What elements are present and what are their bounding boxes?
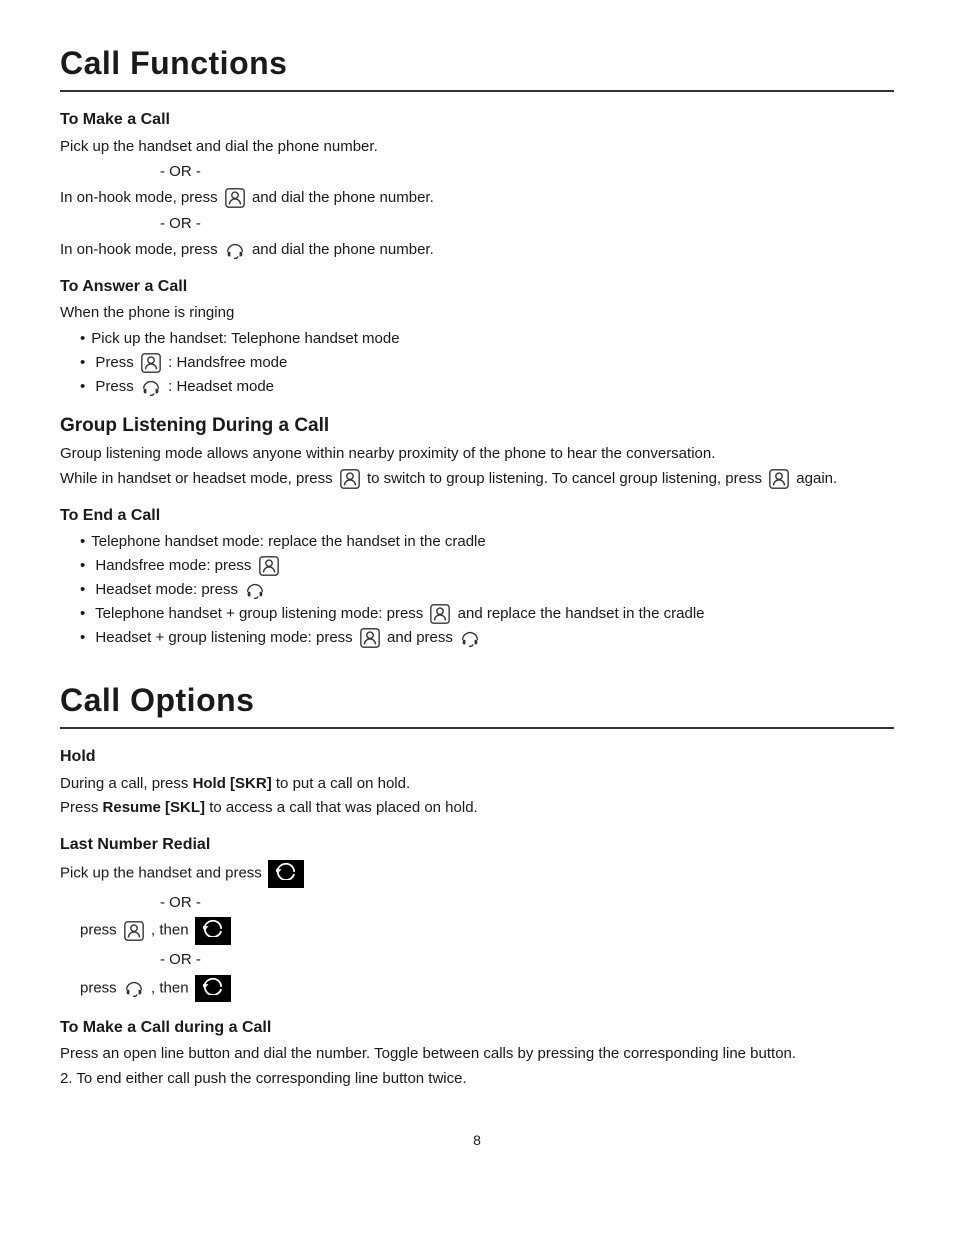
end-call-heading: To End a Call	[60, 504, 894, 527]
redial-line1: Pick up the handset and press	[60, 860, 894, 887]
end-call-item-2: Handsfree mode: press	[80, 555, 894, 577]
make-call-line3: In on-hook mode, press and dial the phon…	[60, 239, 894, 261]
hold-bold: Hold [SKR]	[193, 775, 272, 792]
answer-call-item-3: Press : Headset mode	[80, 376, 894, 398]
make-call-line2-pre: In on-hook mode, press	[60, 189, 218, 206]
call-functions-title: Call Functions	[60, 40, 894, 92]
answer-call-intro: When the phone is ringing	[60, 302, 894, 324]
redial-line2-pre: press	[80, 922, 117, 939]
make-call-or2: - OR -	[160, 213, 894, 235]
redial-icon-2	[195, 917, 231, 944]
redial-or1: - OR -	[160, 892, 894, 914]
redial-icon-3	[195, 975, 231, 1002]
call-during-call-line2: 2. To end either call push the correspon…	[60, 1068, 894, 1090]
redial-or2: - OR -	[160, 949, 894, 971]
call-during-call-line1: Press an open line button and dial the n…	[60, 1043, 894, 1065]
end-call-item-5: Headset + group listening mode: press an…	[80, 627, 894, 649]
handsfree-icon-7	[359, 627, 381, 649]
last-number-redial-heading: Last Number Redial	[60, 833, 894, 856]
handsfree-icon-5	[258, 555, 280, 577]
group-listening-post: again.	[796, 470, 837, 487]
handsfree-icon-1	[224, 187, 246, 209]
group-listening-line2: While in handset or headset mode, press …	[60, 468, 894, 490]
make-call-line2-post: and dial the phone number.	[252, 189, 434, 206]
answer-call-heading: To Answer a Call	[60, 275, 894, 298]
end-call-item-3: Headset mode: press	[80, 579, 894, 601]
resume-bold: Resume [SKL]	[103, 799, 206, 816]
make-call-line3-pre: In on-hook mode, press	[60, 241, 218, 258]
hold-line2-post: to access a call that was placed on hold…	[209, 799, 478, 816]
group-listening-mid: to switch to group listening. To cancel …	[367, 470, 762, 487]
end-call-item-1: Telephone handset mode: replace the hand…	[80, 531, 894, 553]
redial-line3-pre: press	[80, 979, 117, 996]
handsfree-icon-3	[339, 468, 361, 490]
headset-icon-4	[459, 627, 481, 649]
end-call-item-4: Telephone handset + group listening mode…	[80, 603, 894, 625]
redial-line2-mid: , then	[151, 922, 189, 939]
headset-icon-5	[123, 977, 145, 999]
handsfree-icon-8	[123, 920, 145, 942]
hold-line2-pre: Press	[60, 799, 98, 816]
headset-icon-1	[224, 239, 246, 261]
call-options-title: Call Options	[60, 677, 894, 729]
make-call-line3-post: and dial the phone number.	[252, 241, 434, 258]
redial-icon-1	[268, 860, 304, 887]
end-call-list: Telephone handset mode: replace the hand…	[80, 531, 894, 649]
group-listening-line1: Group listening mode allows anyone withi…	[60, 443, 894, 465]
answer-call-item-1: Pick up the handset: Telephone handset m…	[80, 328, 894, 350]
group-listening-heading: Group Listening During a Call	[60, 412, 894, 440]
answer-call-item-2: Press : Handsfree mode	[80, 352, 894, 374]
make-call-heading: To Make a Call	[60, 108, 894, 131]
handsfree-icon-2	[140, 352, 162, 374]
hold-heading: Hold	[60, 745, 894, 768]
handsfree-icon-4	[768, 468, 790, 490]
redial-line2: press , then	[80, 917, 894, 944]
redial-line3-mid: , then	[151, 979, 189, 996]
handsfree-icon-6	[429, 603, 451, 625]
hold-line2: Press Resume [SKL] to access a call that…	[60, 797, 894, 819]
make-call-line2: In on-hook mode, press and dial the phon…	[60, 187, 894, 209]
headset-icon-2	[140, 376, 162, 398]
redial-line3: press , then	[80, 975, 894, 1002]
group-listening-pre: While in handset or headset mode, press	[60, 470, 333, 487]
call-during-call-heading: To Make a Call during a Call	[60, 1016, 894, 1039]
page-number: 8	[60, 1130, 894, 1150]
hold-line1-pre: During a call, press	[60, 775, 188, 792]
hold-line1-post: to put a call on hold.	[276, 775, 410, 792]
answer-call-list: Pick up the handset: Telephone handset m…	[80, 328, 894, 398]
make-call-or1: - OR -	[160, 161, 894, 183]
headset-icon-3	[244, 579, 266, 601]
make-call-line1: Pick up the handset and dial the phone n…	[60, 136, 894, 158]
hold-line1: During a call, press Hold [SKR] to put a…	[60, 773, 894, 795]
redial-line1-pre: Pick up the handset and press	[60, 865, 262, 882]
